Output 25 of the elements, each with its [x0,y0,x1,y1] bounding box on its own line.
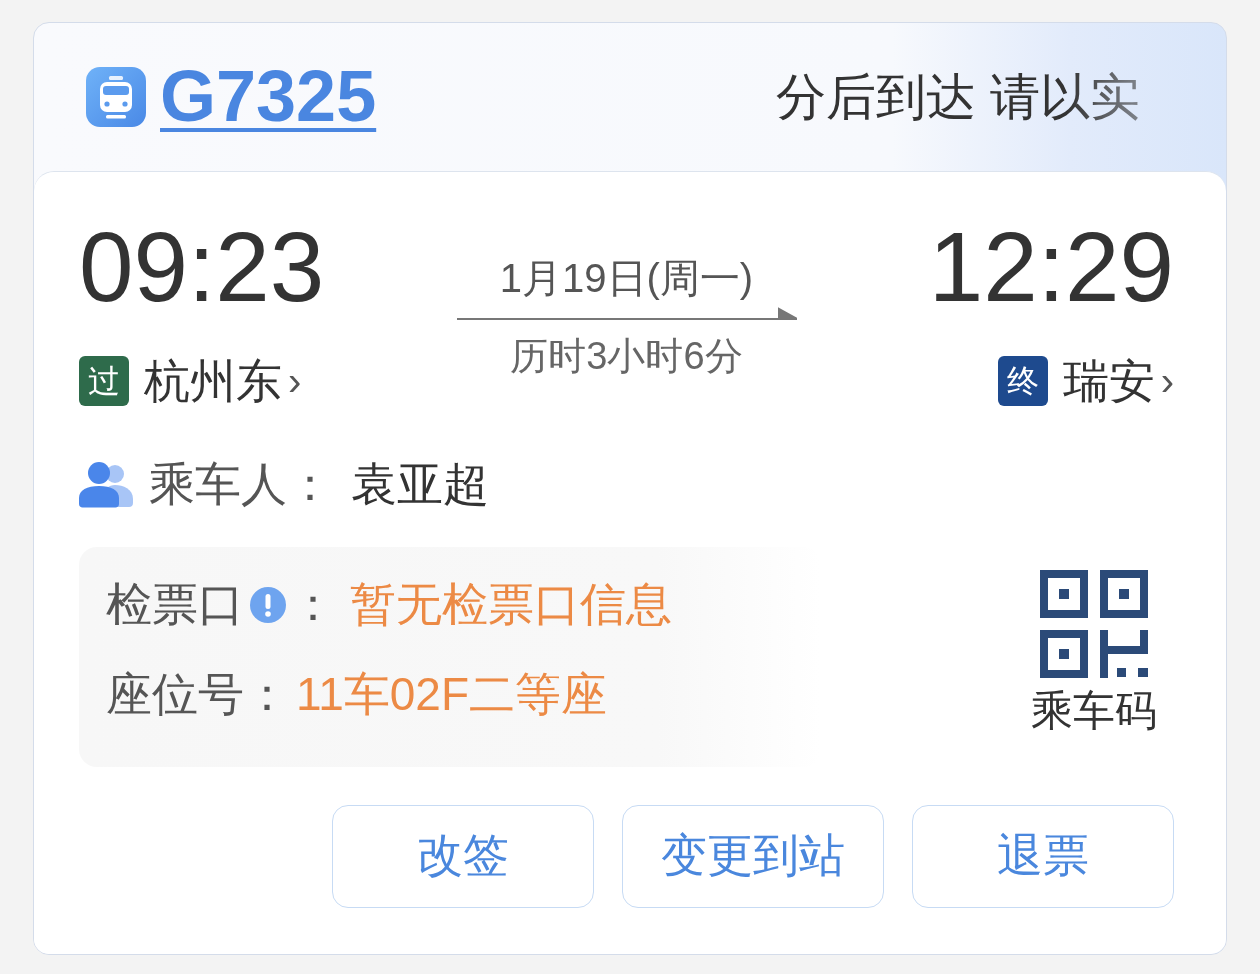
station-tag: 终 [997,356,1048,406]
passenger-label: 乘车人： [149,457,333,512]
ride-code-button[interactable]: 乘车码 [1024,569,1164,736]
arrival-notice: 分后到达 请以实 [776,68,1140,127]
qr-code-icon [1040,569,1148,678]
info-label: 座位号： [106,666,290,722]
info-separator: ： [290,576,336,632]
action-button[interactable]: 变更到站 [622,804,884,908]
info-label: 检票口 [106,576,244,632]
arrival-time: 12:29 [928,218,1174,316]
people-icon [79,460,133,509]
action-button[interactable]: 退票 [912,804,1174,908]
travel-date: 1月19日(周一) [499,255,754,302]
info-value: 暂无检票口信息 [350,576,672,632]
action-button[interactable]: 改签 [332,804,594,908]
info-value: 11车02F二等座 [296,666,608,722]
station-tag: 过 [79,356,129,406]
train-number-link[interactable]: G7325 [160,57,377,137]
station-link[interactable]: 杭州东› [144,355,302,407]
travel-duration: 历时3小时6分 [510,334,743,379]
train-icon [86,67,146,127]
alert-icon[interactable] [250,586,286,623]
station-link[interactable]: 瑞安› [1062,355,1174,407]
departure-time: 09:23 [79,218,325,316]
passenger-name: 袁亚超 [351,457,489,512]
